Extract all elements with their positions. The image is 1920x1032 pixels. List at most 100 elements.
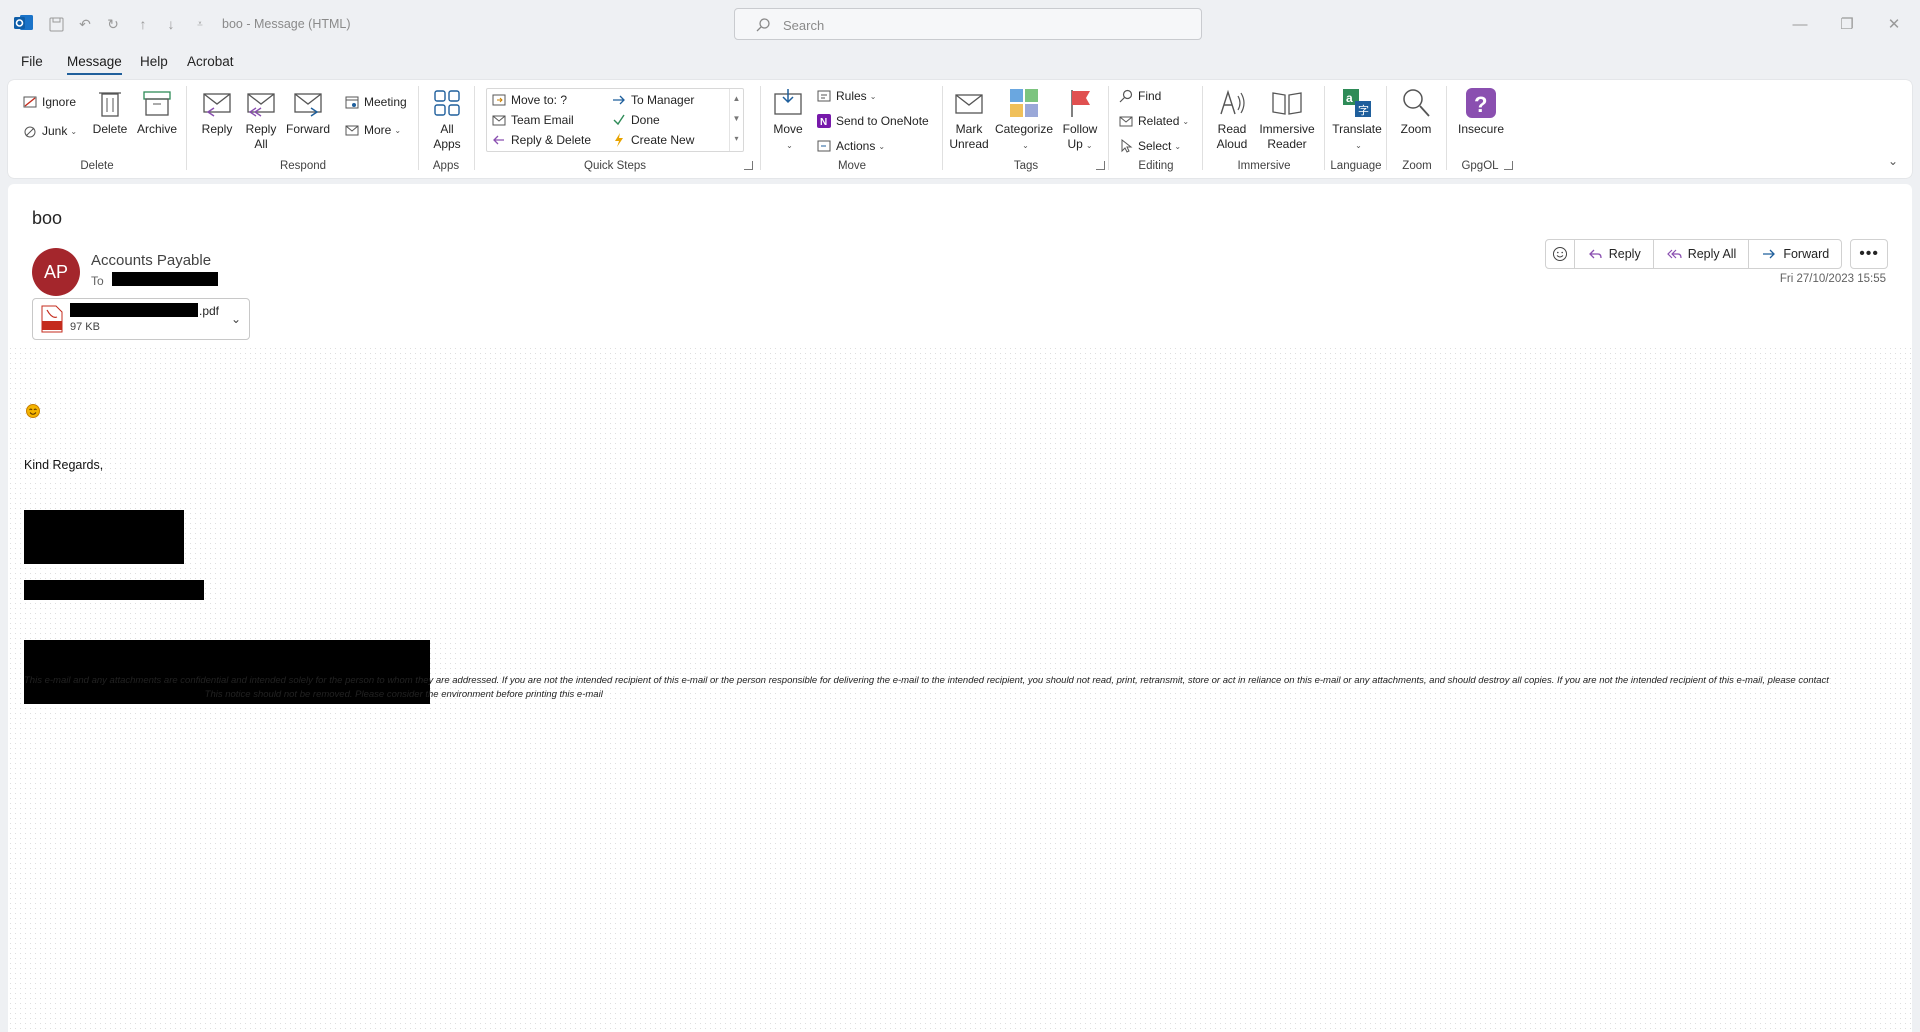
separator	[942, 86, 943, 170]
separator	[1324, 86, 1325, 170]
search-icon	[756, 18, 770, 32]
quick-step-reply-delete[interactable]: Reply & Delete	[491, 132, 591, 148]
message-subject: boo	[32, 208, 63, 228]
next-item-icon[interactable]: ↓	[161, 14, 181, 34]
follow-up-button[interactable]: Follow Up ⌄	[1058, 86, 1102, 153]
reply-button[interactable]: Reply	[1573, 239, 1654, 269]
maximize-icon[interactable]: ❐	[1833, 10, 1861, 38]
select-button[interactable]: Select ⌄	[1118, 138, 1181, 154]
redacted-signature-block	[24, 510, 184, 564]
save-icon[interactable]	[46, 14, 66, 34]
rules-icon	[817, 90, 831, 102]
quick-steps-scroll[interactable]: ▲ ▼ ▾	[729, 89, 743, 151]
group-label-immersive: Immersive	[1237, 160, 1291, 172]
insecure-button[interactable]: ? Insecure	[1456, 86, 1506, 137]
gpgol-launcher-icon[interactable]	[1504, 161, 1513, 170]
separator	[1446, 86, 1447, 170]
svg-text:a: a	[1346, 91, 1353, 105]
search-box[interactable]: Search	[734, 8, 1202, 40]
svg-text:?: ?	[1474, 92, 1487, 117]
quick-step-to-manager[interactable]: To Manager	[611, 92, 694, 108]
menu-bar: File Message Help Acrobat	[0, 50, 1920, 78]
window-title: boo - Message (HTML)	[222, 17, 351, 31]
move-to-icon	[492, 94, 506, 106]
group-language: a字 Translate ⌄ Language	[1326, 80, 1386, 178]
immersive-reader-button[interactable]: Immersive Reader	[1256, 86, 1318, 152]
close-icon[interactable]: ✕	[1880, 10, 1908, 38]
related-button[interactable]: Related ⌄	[1118, 113, 1189, 129]
sender-name[interactable]: Accounts Payable	[91, 252, 211, 269]
previous-item-icon[interactable]: ↑	[133, 14, 153, 34]
separator	[1386, 86, 1387, 170]
quick-steps-launcher-icon[interactable]	[744, 161, 753, 170]
read-aloud-icon	[1220, 89, 1245, 115]
ellipsis-icon: •••	[1859, 245, 1879, 262]
flag-icon	[1071, 90, 1090, 117]
avatar[interactable]: AP	[32, 248, 80, 296]
quick-step-team-email[interactable]: Team Email	[491, 112, 574, 128]
mark-unread-button[interactable]: Mark Unread	[948, 86, 990, 152]
chevron-down-icon[interactable]: ⌄	[231, 312, 241, 326]
expand-gallery-icon[interactable]: ▾	[730, 129, 743, 149]
group-label-gpgol: GpgOL	[1461, 160, 1499, 172]
move-button[interactable]: Move ⌄	[770, 86, 806, 153]
title-bar: ↶ ↻ ↑ ↓ ⩡ boo - Message (HTML) Search — …	[0, 0, 1920, 48]
scroll-up-icon[interactable]: ▲	[730, 89, 743, 109]
minimize-icon[interactable]: —	[1786, 10, 1814, 38]
more-actions-button[interactable]: •••	[1850, 239, 1888, 269]
quick-step-done[interactable]: Done	[611, 112, 660, 128]
translate-button[interactable]: a字 Translate ⌄	[1330, 86, 1384, 153]
menu-message[interactable]: Message	[67, 54, 122, 75]
group-label-move: Move	[837, 160, 867, 172]
chevron-down-icon: ⌄	[1355, 141, 1362, 150]
find-button[interactable]: Find	[1118, 88, 1161, 104]
question-shield-icon: ?	[1466, 88, 1496, 118]
forward-button[interactable]: Forward	[1748, 239, 1843, 269]
reply-arrow-icon	[1588, 249, 1602, 259]
emoji-reaction-button[interactable]	[1544, 239, 1575, 269]
zoom-button[interactable]: Zoom	[1396, 86, 1436, 137]
rules-button[interactable]: Rules ⌄	[816, 88, 876, 104]
quick-steps-gallery: Move to: ? To Manager Team Email Done Re…	[486, 88, 744, 152]
zoom-icon	[1403, 89, 1430, 117]
attachment-extension: .pdf	[199, 304, 220, 318]
attachment-size: 97 KB	[70, 321, 100, 333]
send-to-onenote-button[interactable]: N Send to OneNote	[816, 113, 929, 129]
immersive-reader-icon	[1272, 92, 1302, 115]
customize-toolbar-icon[interactable]: ⩡	[190, 14, 210, 34]
categorize-button[interactable]: Categorize ⌄	[994, 86, 1054, 153]
undo-icon[interactable]: ↶	[75, 14, 95, 34]
message-body: Kind Regards, This e-mail and any attach…	[8, 346, 1912, 1032]
svg-text:N: N	[820, 117, 827, 128]
scroll-down-icon[interactable]: ▼	[730, 109, 743, 129]
disclaimer-text-1: This e-mail and any attachments are conf…	[24, 675, 1829, 686]
to-label: To	[91, 274, 104, 288]
collapse-ribbon-icon[interactable]: ⌄	[1888, 154, 1898, 168]
group-label-editing: Editing	[1138, 160, 1174, 172]
menu-help[interactable]: Help	[140, 54, 168, 73]
attachment-card[interactable]: .pdf 97 KB ⌄	[32, 298, 250, 340]
reply-all-button[interactable]: Reply All	[1652, 239, 1750, 269]
actions-icon	[817, 140, 831, 152]
quick-step-move-to[interactable]: Move to: ?	[491, 92, 567, 108]
menu-acrobat[interactable]: Acrobat	[187, 54, 234, 73]
separator	[760, 86, 761, 170]
group-tags: Mark Unread Categorize ⌄ Follow Up ⌄ Tags	[944, 80, 1108, 178]
redo-icon[interactable]: ↻	[103, 14, 123, 34]
actions-button[interactable]: Actions ⌄	[816, 138, 885, 154]
categorize-icon	[1010, 89, 1038, 117]
reply-delete-icon	[493, 135, 504, 145]
chevron-down-icon: ⌄	[1085, 141, 1093, 150]
reply-all-arrow-icon	[1666, 249, 1682, 259]
lightning-icon	[615, 133, 623, 147]
reading-pane: boo AP Accounts Payable To Reply Reply A…	[8, 184, 1912, 1032]
group-label-quick-steps: Quick Steps	[584, 160, 646, 172]
email-icon	[492, 115, 506, 126]
sign-off: Kind Regards,	[24, 458, 104, 472]
menu-file[interactable]: File	[21, 54, 43, 73]
read-aloud-button[interactable]: Read Aloud	[1212, 86, 1252, 152]
chevron-down-icon: ⌄	[1022, 141, 1029, 150]
tags-launcher-icon[interactable]	[1096, 161, 1105, 170]
redacted-filename	[70, 303, 198, 317]
quick-step-create-new[interactable]: Create New	[611, 132, 694, 148]
